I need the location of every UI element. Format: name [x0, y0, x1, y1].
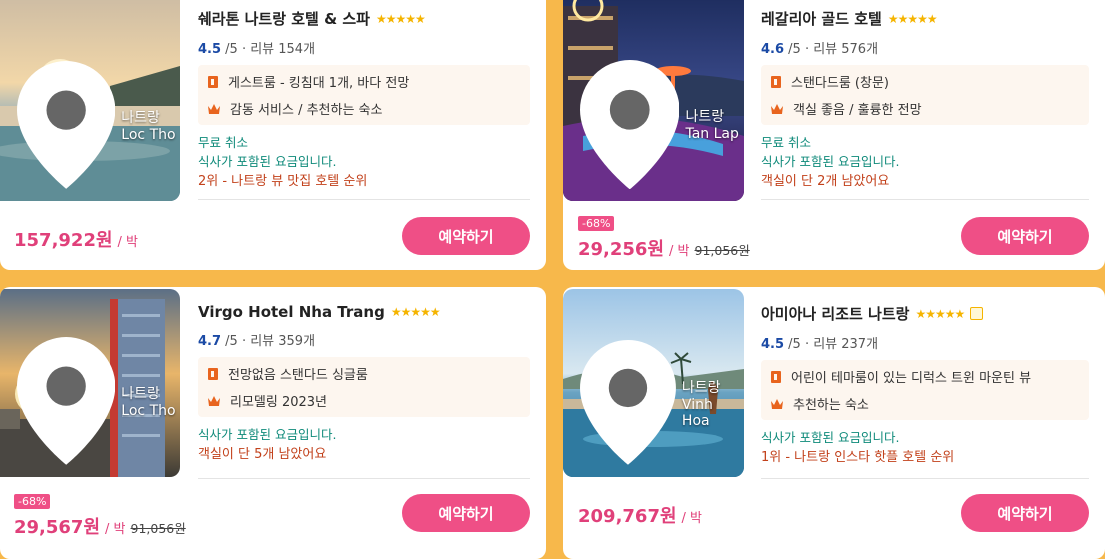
crown-icon	[771, 398, 783, 409]
feature-box: 전망없음 스탠다드 싱글룸 리모델링 2023년	[198, 357, 530, 417]
room-type: 게스트룸 - 킹침대 1개, 바다 전망	[228, 76, 410, 91]
review-score: 4.5 /5 · 리뷰 237개	[761, 333, 1089, 352]
original-price: 91,056원	[130, 521, 186, 536]
rooms-left-tag: 객실이 단 5개 남았어요	[198, 447, 327, 462]
review-count: /5 · 리뷰 576개	[784, 42, 879, 57]
pin-icon	[580, 340, 676, 465]
star-rating: ★★★★★	[887, 11, 938, 26]
star-rating: ★★★★★	[915, 306, 965, 321]
feature-box: 게스트룸 - 킹침대 1개, 바다 전망 감동 서비스 / 추천하는 숙소	[198, 65, 530, 125]
rooms-left-tag: 객실이 단 2개 남았어요	[761, 174, 890, 189]
location-text: 나트랑 Vinh Hoa	[681, 379, 721, 429]
location-label: 나트랑 Vinh Hoa	[580, 340, 744, 465]
door-icon	[771, 370, 781, 383]
location-text: 나트랑 Tan Lap	[685, 109, 739, 143]
hotel-name[interactable]: 레갈리아 골드 호텔	[761, 8, 882, 29]
price-box: -68% 29,256원 / 박 91,056원	[578, 212, 750, 261]
discount-badge: -68%	[14, 494, 51, 509]
pin-icon	[17, 337, 116, 465]
meal-included-tag: 식사가 포함된 요금입니다.	[198, 427, 337, 442]
star-rating: ★★★★★	[375, 11, 426, 26]
score-value: 4.5	[198, 42, 222, 57]
price: 209,767원	[578, 506, 677, 527]
price: 157,922원	[14, 230, 113, 251]
review-score: 4.5 /5 · 리뷰 154개	[198, 38, 530, 57]
hotel-photo[interactable]: 나트랑 Loc Tho	[0, 0, 180, 201]
hotel-name[interactable]: Virgo Hotel Nha Trang	[198, 303, 385, 321]
review-highlight: 리모델링 2023년	[230, 395, 328, 410]
hotel-photo[interactable]: 나트랑 Vinh Hoa	[563, 289, 744, 477]
free-cancel-tag: 무료 취소	[761, 135, 811, 150]
hotel-name[interactable]: 쉐라톤 나트랑 호텔 & 스파	[198, 8, 370, 29]
review-score: 4.7 /5 · 리뷰 359개	[198, 330, 530, 349]
feature-box: 스탠다드룸 (창문) 객실 좋음 / 훌륭한 전망	[761, 65, 1089, 125]
meal-included-tag: 식사가 포함된 요금입니다.	[761, 430, 900, 445]
book-button[interactable]: 예약하기	[961, 494, 1089, 532]
location-label: 나트랑 Tan Lap	[580, 59, 744, 189]
book-button[interactable]: 예약하기	[961, 217, 1089, 255]
hotel-card[interactable]: 나트랑 Loc Tho 쉐라톤 나트랑 호텔 & 스파 ★★★★★ 4.5 /5…	[0, 0, 546, 270]
price: 29,256원	[578, 239, 665, 260]
location-text: 나트랑 Loc Tho	[121, 386, 176, 420]
review-highlight: 감동 서비스 / 추천하는 숙소	[230, 103, 383, 118]
hotel-photo[interactable]: 나트랑 Tan Lap	[563, 0, 744, 201]
price: 29,567원	[14, 517, 101, 538]
discount-badge: -68%	[578, 216, 615, 231]
book-button[interactable]: 예약하기	[402, 217, 530, 255]
divider	[198, 199, 530, 200]
location-label: 나트랑 Loc Tho	[17, 337, 180, 465]
crown-icon	[208, 395, 220, 406]
location-label: 나트랑 Loc Tho	[17, 61, 180, 189]
price-box: 157,922원 / 박	[14, 226, 138, 252]
per-night: / 박	[681, 511, 703, 526]
door-icon	[771, 75, 781, 88]
crown-icon	[208, 103, 220, 114]
price-box: -68% 29,567원 / 박 91,056원	[14, 490, 186, 539]
location-text: 나트랑 Loc Tho	[121, 110, 176, 144]
room-type: 전망없음 스탠다드 싱글룸	[228, 368, 368, 383]
ranking-tag: 1위 - 나트랑 인스타 핫플 호텔 순위	[761, 450, 955, 465]
hotel-card[interactable]: 나트랑 Tan Lap 레갈리아 골드 호텔 ★★★★★ 4.6 /5 · 리뷰…	[563, 0, 1105, 270]
review-count: /5 · 리뷰 237개	[784, 337, 879, 352]
hotel-card[interactable]: 나트랑 Loc Tho Virgo Hotel Nha Trang ★★★★★ …	[0, 287, 546, 559]
price-box: 209,767원 / 박	[578, 502, 702, 528]
review-score: 4.6 /5 · 리뷰 576개	[761, 38, 1089, 57]
room-type: 어린이 테마룸이 있는 디럭스 트윈 마운틴 뷰	[791, 371, 1032, 386]
door-icon	[208, 75, 218, 88]
per-night: / 박	[117, 235, 139, 250]
divider	[198, 478, 530, 479]
feature-box: 어린이 테마룸이 있는 디럭스 트윈 마운틴 뷰 추천하는 숙소	[761, 360, 1089, 420]
review-highlight: 추천하는 숙소	[793, 398, 869, 413]
book-button[interactable]: 예약하기	[402, 494, 530, 532]
pin-icon	[580, 59, 680, 189]
score-value: 4.6	[761, 42, 785, 57]
per-night: / 박	[669, 244, 690, 259]
pin-icon	[17, 61, 116, 189]
score-value: 4.5	[761, 337, 785, 352]
review-count: /5 · 리뷰 154개	[221, 42, 316, 57]
divider	[761, 199, 1089, 200]
score-value: 4.7	[198, 334, 222, 349]
certified-badge-icon	[970, 307, 984, 320]
door-icon	[208, 367, 218, 380]
free-cancel-tag: 무료 취소	[198, 135, 248, 150]
ranking-tag: 2위 - 나트랑 뷰 맛집 호텔 순위	[198, 174, 368, 189]
hotel-card[interactable]: 나트랑 Vinh Hoa 아미아나 리조트 나트랑 ★★★★★ 4.5 /5 ·…	[563, 287, 1105, 559]
review-count: /5 · 리뷰 359개	[221, 334, 316, 349]
original-price: 91,056원	[694, 243, 750, 258]
review-highlight: 객실 좋음 / 훌륭한 전망	[793, 103, 922, 118]
hotel-name[interactable]: 아미아나 리조트 나트랑	[761, 303, 909, 324]
meal-included-tag: 식사가 포함된 요금입니다.	[198, 154, 337, 169]
room-type: 스탠다드룸 (창문)	[791, 76, 889, 91]
per-night: / 박	[105, 522, 126, 537]
meal-included-tag: 식사가 포함된 요금입니다.	[761, 154, 900, 169]
divider	[761, 478, 1089, 479]
star-rating: ★★★★★	[390, 305, 441, 319]
crown-icon	[771, 103, 783, 114]
hotel-photo[interactable]: 나트랑 Loc Tho	[0, 289, 180, 477]
